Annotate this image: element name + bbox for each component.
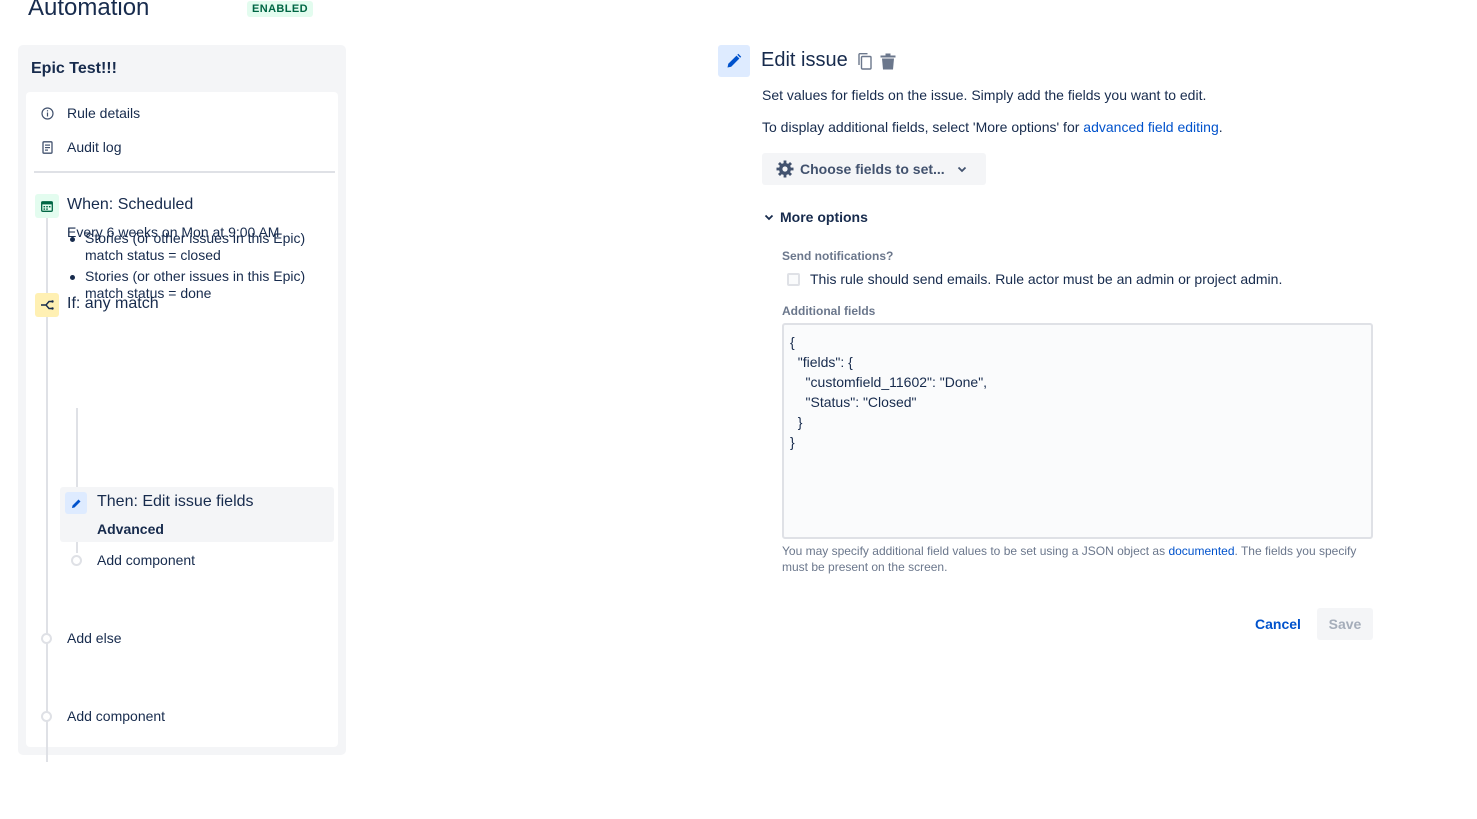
more-options-toggle[interactable]: More options bbox=[764, 209, 868, 225]
send-notifications-label: Send notifications? bbox=[782, 249, 894, 263]
cancel-button[interactable]: Cancel bbox=[1245, 608, 1311, 640]
status-badge: ENABLED bbox=[247, 1, 313, 17]
rule-details-label: Rule details bbox=[67, 105, 141, 121]
pencil-icon bbox=[718, 45, 750, 77]
rule-panel: Epic Test!!! Rule details Audit log When… bbox=[18, 45, 346, 762]
condition-item: Stories (or other issues in this Epic) m… bbox=[67, 268, 305, 302]
send-notifications-row: This rule should send emails. Rule actor… bbox=[787, 271, 1282, 287]
send-notifications-text: This rule should send emails. Rule actor… bbox=[810, 271, 1283, 287]
rule-card: Rule details Audit log When: Scheduled E… bbox=[26, 92, 338, 762]
condition-list: Stories (or other issues in this Epic) m… bbox=[67, 230, 305, 306]
add-dot-icon bbox=[71, 554, 82, 566]
editor-description: Set values for fields on the issue. Simp… bbox=[762, 87, 1207, 103]
advanced-editing-hint: To display additional fields, select 'Mo… bbox=[762, 119, 1223, 135]
branch-icon bbox=[35, 293, 59, 317]
pencil-icon bbox=[65, 492, 87, 514]
additional-fields-textarea[interactable]: { "fields": { "customfield_11602": "Done… bbox=[782, 323, 1373, 539]
gear-icon bbox=[776, 160, 794, 178]
condition-item: Stories (or other issues in this Epic) m… bbox=[67, 230, 305, 264]
add-dot-icon bbox=[41, 710, 52, 722]
chevron-down-icon bbox=[764, 214, 774, 221]
nav-divider bbox=[34, 171, 335, 173]
send-notifications-checkbox[interactable] bbox=[787, 272, 800, 286]
condition-item-line: match status = closed bbox=[85, 247, 221, 263]
additional-fields-label: Additional fields bbox=[782, 304, 876, 318]
document-icon bbox=[40, 140, 54, 154]
choose-fields-label: Choose fields to set... bbox=[800, 161, 945, 177]
add-component-inner[interactable]: Add component bbox=[71, 552, 195, 568]
save-button[interactable]: Save bbox=[1317, 608, 1373, 640]
more-options-label: More options bbox=[780, 209, 868, 225]
add-else[interactable]: Add else bbox=[41, 630, 121, 646]
audit-log-label: Audit log bbox=[67, 139, 122, 155]
add-dot-icon bbox=[41, 632, 52, 644]
editor-title: Edit issue bbox=[761, 49, 848, 71]
add-component-label: Add component bbox=[67, 708, 166, 724]
action-step[interactable]: Then: Edit issue fields Advanced bbox=[60, 487, 334, 542]
add-component-outer[interactable]: Add component bbox=[41, 708, 165, 724]
rule-details-link[interactable]: Rule details bbox=[40, 105, 140, 121]
page-title: Automation bbox=[28, 0, 150, 21]
advanced-editing-prefix: To display additional fields, select 'Mo… bbox=[762, 119, 1084, 135]
choose-fields-button[interactable]: Choose fields to set... bbox=[762, 153, 986, 185]
chevron-down-icon bbox=[957, 166, 967, 173]
trigger-title: When: Scheduled bbox=[67, 196, 194, 213]
add-component-label: Add component bbox=[97, 552, 196, 568]
calendar-icon bbox=[35, 194, 59, 218]
action-subtitle: Advanced bbox=[97, 521, 164, 537]
add-else-label: Add else bbox=[67, 630, 122, 646]
condition-item-line: Stories (or other issues in this Epic) bbox=[85, 268, 306, 284]
copy-icon[interactable] bbox=[856, 52, 874, 70]
audit-log-link[interactable]: Audit log bbox=[40, 139, 121, 155]
condition-item-line: Stories (or other issues in this Epic) bbox=[85, 230, 306, 246]
help-prefix: You may specify additional field values … bbox=[782, 544, 1169, 558]
trash-icon[interactable] bbox=[879, 52, 897, 70]
advanced-field-editing-link[interactable]: advanced field editing bbox=[1083, 119, 1218, 135]
info-icon bbox=[40, 106, 54, 120]
condition-step[interactable]: If: any match bbox=[35, 293, 325, 393]
condition-item-line: match status = done bbox=[85, 285, 212, 301]
advanced-editing-suffix: . bbox=[1218, 119, 1223, 135]
additional-fields-help: You may specify additional field values … bbox=[782, 543, 1372, 575]
rule-name: Epic Test!!! bbox=[31, 60, 117, 77]
action-title: Then: Edit issue fields bbox=[97, 493, 254, 510]
documented-link[interactable]: documented bbox=[1168, 544, 1234, 558]
